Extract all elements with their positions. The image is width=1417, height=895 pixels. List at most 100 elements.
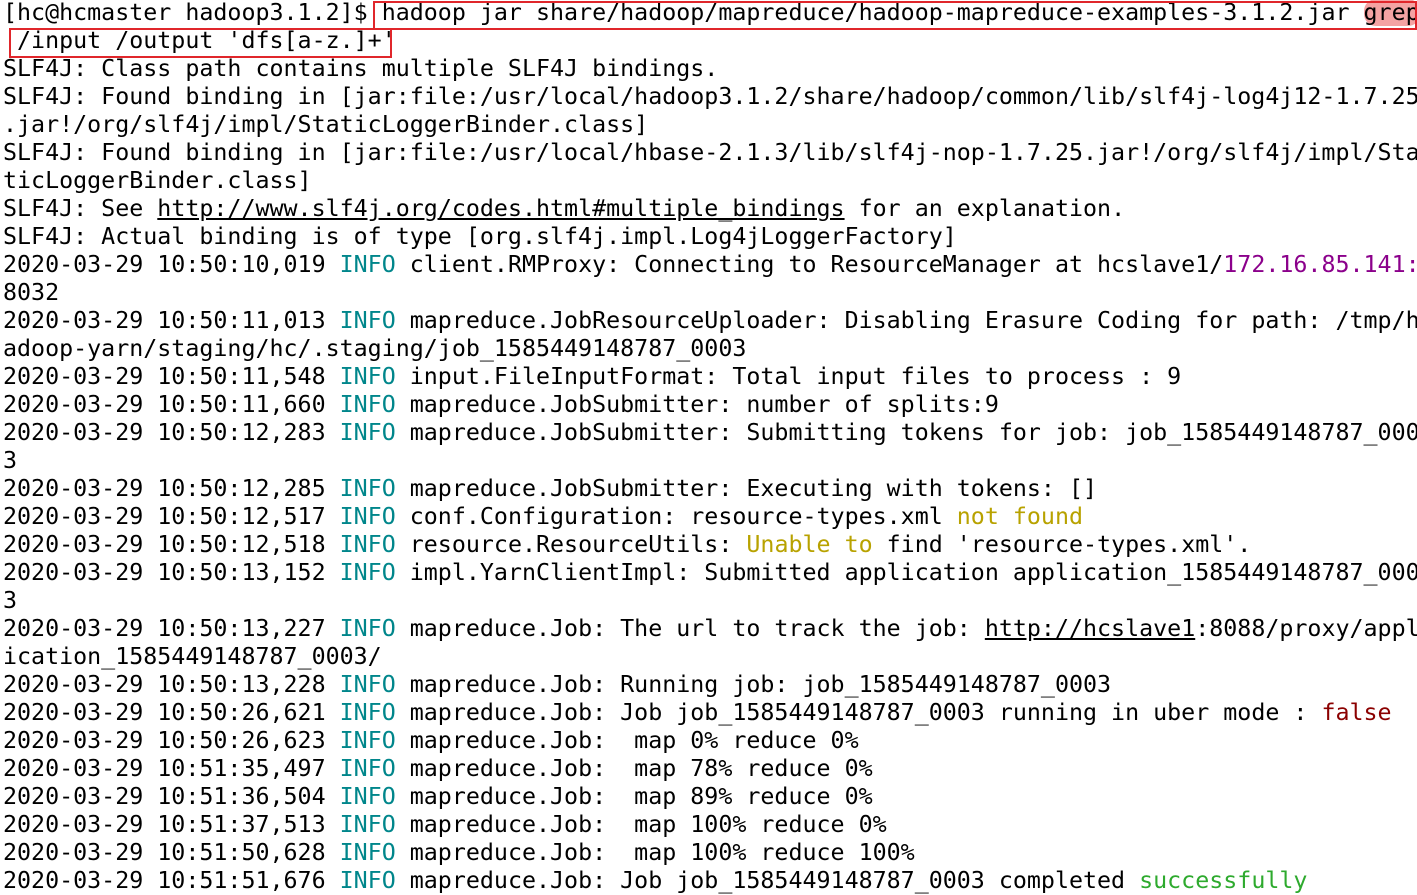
- log-level: INFO: [339, 867, 396, 894]
- slf4j-line: .jar!/org/slf4j/impl/StaticLoggerBinder.…: [3, 111, 649, 138]
- log-timestamp: 2020-03-29 10:51:50,628: [3, 839, 340, 866]
- log-message: 3: [3, 587, 18, 614]
- warning-text: Unable to: [746, 531, 873, 558]
- log-line: 2020-03-29 10:50:11,013 INFO mapreduce.J…: [3, 307, 1417, 335]
- log-timestamp: 2020-03-29 10:50:13,227: [3, 615, 340, 642]
- log-level: INFO: [339, 811, 396, 838]
- log-line: 2020-03-29 10:50:11,548 INFO input.FileI…: [3, 363, 1417, 391]
- log-level: INFO: [339, 503, 396, 530]
- slf4j-line: SLF4J: Found binding in [jar:file:/usr/l…: [3, 139, 1417, 166]
- log-message: mapreduce.JobSubmitter: Submitting token…: [395, 419, 1417, 446]
- log-line: 2020-03-29 10:50:10,019 INFO client.RMPr…: [3, 251, 1417, 279]
- grep-highlight: grep: [1363, 0, 1417, 26]
- log-message: mapreduce.Job: map 78% reduce 0%: [395, 755, 873, 782]
- log-timestamp: 2020-03-29 10:50:11,548: [3, 363, 340, 390]
- log-level: INFO: [339, 755, 396, 782]
- log-message: mapreduce.JobSubmitter: Executing with t…: [395, 475, 1098, 502]
- log-message: mapreduce.Job: map 100% reduce 0%: [395, 811, 887, 838]
- log-line-cont: 8032: [3, 279, 1417, 307]
- log-timestamp: 2020-03-29 10:50:12,283: [3, 419, 340, 446]
- command-line: [hc@hcmaster hadoop3.1.2]$ hadoop jar sh…: [3, 0, 1417, 27]
- log-lines: 2020-03-29 10:50:10,019 INFO client.RMPr…: [3, 251, 1417, 895]
- log-message: mapreduce.JobSubmitter: number of splits…: [395, 391, 999, 418]
- slf4j-text: for an explanation.: [844, 195, 1126, 222]
- log-line: 2020-03-29 10:50:13,227 INFO mapreduce.J…: [3, 615, 1417, 643]
- log-timestamp: 2020-03-29 10:51:51,676: [3, 867, 340, 894]
- log-line-cont: 3: [3, 587, 1417, 615]
- log-line: 2020-03-29 10:50:13,152 INFO impl.YarnCl…: [3, 559, 1417, 587]
- command-args: /input /output 'dfs[a-z.]+': [3, 27, 396, 54]
- log-message: adoop-yarn/staging/hc/.staging/job_15854…: [3, 335, 747, 362]
- slf4j-link[interactable]: http://www.slf4j.org/codes.html#multiple…: [157, 195, 844, 222]
- log-line: 2020-03-29 10:50:13,228 INFO mapreduce.J…: [3, 671, 1417, 699]
- log-timestamp: 2020-03-29 10:50:12,517: [3, 503, 340, 530]
- slf4j-line: SLF4J: See http://www.slf4j.org/codes.ht…: [3, 195, 1417, 223]
- log-timestamp: 2020-03-29 10:50:13,228: [3, 671, 340, 698]
- log-message: find 'resource-types.xml'.: [872, 531, 1252, 558]
- job-url-link[interactable]: http://hcslave1: [985, 615, 1195, 642]
- log-message: resource.ResourceUtils:: [395, 531, 747, 558]
- log-timestamp: 2020-03-29 10:50:12,285: [3, 475, 340, 502]
- log-line: 2020-03-29 10:50:26,621 INFO mapreduce.J…: [3, 699, 1417, 727]
- log-timestamp: 2020-03-29 10:50:11,660: [3, 391, 340, 418]
- log-line-cont: adoop-yarn/staging/hc/.staging/job_15854…: [3, 335, 1417, 363]
- slf4j-line: SLF4J: Actual binding is of type [org.sl…: [3, 223, 957, 250]
- log-level: INFO: [339, 419, 396, 446]
- log-message: 8032: [3, 279, 60, 306]
- log-level: INFO: [339, 699, 396, 726]
- log-message: conf.Configuration: resource-types.xml: [395, 503, 957, 530]
- log-line: 2020-03-29 10:50:26,623 INFO mapreduce.J…: [3, 727, 1417, 755]
- terminal-output[interactable]: [hc@hcmaster hadoop3.1.2]$ hadoop jar sh…: [3, 0, 1417, 895]
- slf4j-line: SLF4J: Class path contains multiple SLF4…: [3, 55, 719, 82]
- log-line-cont: ication_1585449148787_0003/: [3, 643, 1417, 671]
- log-message: mapreduce.Job: Job job_1585449148787_000…: [395, 867, 1140, 894]
- log-timestamp: 2020-03-29 10:51:37,513: [3, 811, 340, 838]
- log-line: 2020-03-29 10:50:12,283 INFO mapreduce.J…: [3, 419, 1417, 447]
- log-level: INFO: [339, 559, 396, 586]
- log-message: mapreduce.Job: Job job_1585449148787_000…: [395, 699, 1322, 726]
- log-timestamp: 2020-03-29 10:50:26,623: [3, 727, 340, 754]
- shell-prompt: [hc@hcmaster hadoop3.1.2]$: [3, 0, 382, 26]
- log-message: impl.YarnClientImpl: Submitted applicati…: [395, 559, 1417, 586]
- log-message: mapreduce.Job: Running job: job_15854491…: [395, 671, 1112, 698]
- command-line-cont: /input /output 'dfs[a-z.]+': [3, 27, 1417, 55]
- log-line: 2020-03-29 10:50:12,518 INFO resource.Re…: [3, 531, 1417, 559]
- slf4j-line: ticLoggerBinder.class]: [3, 167, 312, 194]
- log-line: 2020-03-29 10:51:36,504 INFO mapreduce.J…: [3, 783, 1417, 811]
- log-timestamp: 2020-03-29 10:51:35,497: [3, 755, 340, 782]
- uber-mode-value: false: [1321, 699, 1392, 726]
- log-message: ication_1585449148787_0003/: [3, 643, 382, 670]
- log-timestamp: 2020-03-29 10:50:13,152: [3, 559, 340, 586]
- log-level: INFO: [339, 671, 396, 698]
- slf4j-line: SLF4J: Found binding in [jar:file:/usr/l…: [3, 83, 1417, 110]
- log-message: client.RMProxy: Connecting to ResourceMa…: [395, 251, 1224, 278]
- log-level: INFO: [339, 783, 396, 810]
- log-message: mapreduce.Job: map 89% reduce 0%: [395, 783, 873, 810]
- log-message: :8088/proxy/appl: [1195, 615, 1417, 642]
- log-timestamp: 2020-03-29 10:50:26,621: [3, 699, 340, 726]
- log-line: 2020-03-29 10:50:12,517 INFO conf.Config…: [3, 503, 1417, 531]
- log-line: 2020-03-29 10:51:35,497 INFO mapreduce.J…: [3, 755, 1417, 783]
- log-message: mapreduce.Job: map 0% reduce 0%: [395, 727, 859, 754]
- log-level: INFO: [339, 727, 396, 754]
- log-line: 2020-03-29 10:50:11,660 INFO mapreduce.J…: [3, 391, 1417, 419]
- log-message: mapreduce.Job: map 100% reduce 100%: [395, 839, 915, 866]
- success-text: successfully: [1139, 867, 1308, 894]
- warning-text: not found: [956, 503, 1084, 530]
- log-line: 2020-03-29 10:51:51,676 INFO mapreduce.J…: [3, 867, 1417, 895]
- log-message: input.FileInputFormat: Total input files…: [395, 363, 1182, 390]
- log-level: INFO: [339, 391, 396, 418]
- log-level: INFO: [339, 839, 396, 866]
- log-level: INFO: [339, 475, 396, 502]
- command-text: hadoop jar share/hadoop/mapreduce/hadoop…: [381, 0, 1364, 26]
- log-level: INFO: [339, 363, 396, 390]
- log-timestamp: 2020-03-29 10:51:36,504: [3, 783, 340, 810]
- log-line: 2020-03-29 10:50:12,285 INFO mapreduce.J…: [3, 475, 1417, 503]
- log-line-cont: 3: [3, 447, 1417, 475]
- log-message: 3: [3, 447, 18, 474]
- log-timestamp: 2020-03-29 10:50:11,013: [3, 307, 340, 334]
- slf4j-text: SLF4J: See: [3, 195, 158, 222]
- log-timestamp: 2020-03-29 10:50:10,019: [3, 251, 340, 278]
- log-level: INFO: [339, 615, 396, 642]
- log-level: INFO: [339, 251, 396, 278]
